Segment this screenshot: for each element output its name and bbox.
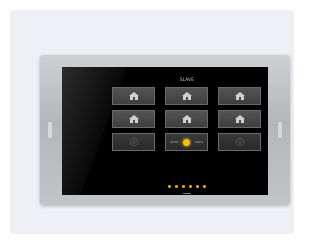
home-indicator (183, 193, 191, 194)
screen-title: SLAVE (179, 77, 195, 82)
tile-8-light-control[interactable]: AUTO 100% (165, 133, 208, 151)
level-label: 100% (194, 140, 203, 144)
tile-6[interactable] (218, 110, 261, 128)
plus-circle-icon (235, 138, 244, 146)
page-dot[interactable] (168, 185, 171, 188)
tile-4[interactable] (112, 110, 155, 128)
house-icon (128, 92, 139, 100)
sun-icon (183, 138, 190, 146)
tile-2[interactable] (165, 87, 208, 105)
tile-3[interactable] (218, 87, 261, 105)
tile-grid: AUTO 100% (112, 87, 261, 151)
touch-screen: SLAVE AUTO 100% (62, 67, 268, 195)
house-icon (128, 115, 139, 123)
page-dot[interactable] (196, 185, 199, 188)
wall-control-panel: SLAVE AUTO 100% (40, 55, 290, 205)
page-indicator[interactable] (112, 185, 262, 188)
product-card: SLAVE AUTO 100% (10, 10, 294, 234)
tile-7[interactable] (112, 133, 155, 151)
frame-button-right[interactable] (278, 122, 282, 138)
frame-button-left[interactable] (48, 122, 52, 138)
house-icon (181, 92, 192, 100)
page-dot[interactable] (182, 185, 185, 188)
mode-label: AUTO (170, 140, 179, 144)
tile-5[interactable] (165, 110, 208, 128)
house-icon (181, 115, 192, 123)
tile-9[interactable] (218, 133, 261, 151)
page-dot[interactable] (203, 185, 206, 188)
plus-circle-icon (129, 138, 138, 146)
house-icon (234, 92, 245, 100)
tile-1[interactable] (112, 87, 155, 105)
page-dot[interactable] (189, 185, 192, 188)
page-dot[interactable] (175, 185, 178, 188)
screen-ui: SLAVE AUTO 100% (112, 77, 262, 194)
house-icon (234, 115, 245, 123)
